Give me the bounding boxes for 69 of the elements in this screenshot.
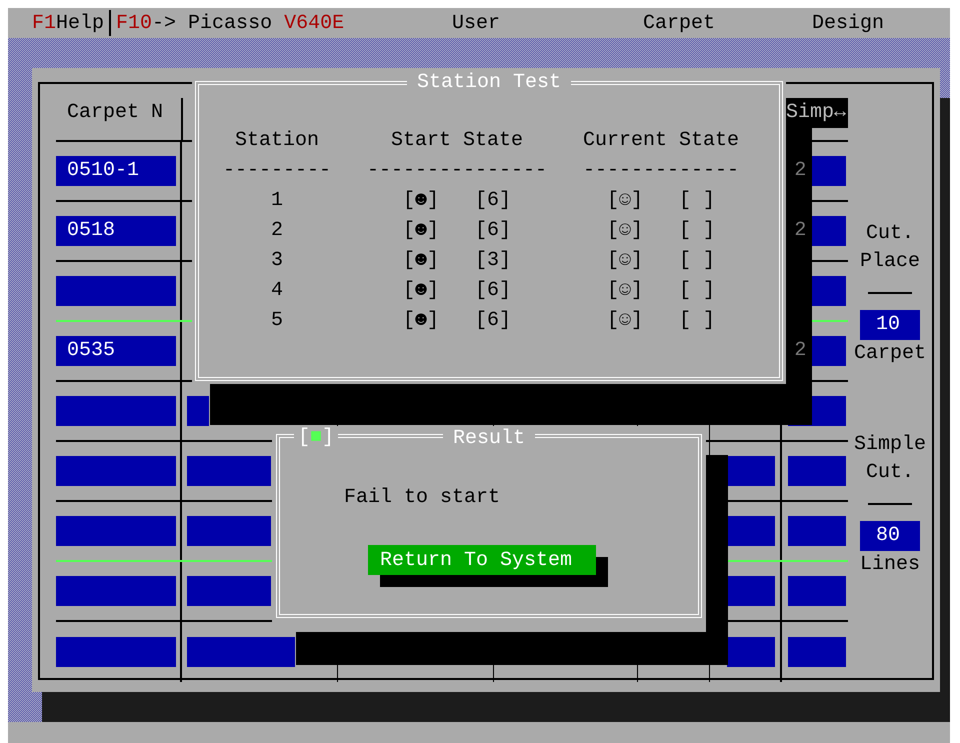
input-field[interactable] (187, 637, 296, 667)
carpet-number-field[interactable] (56, 637, 176, 667)
start-count: [3] (475, 248, 512, 274)
input-field[interactable] (726, 516, 775, 546)
menu-item[interactable]: Design (812, 12, 884, 34)
current-mark: [☺] (606, 188, 643, 214)
input-field[interactable] (788, 516, 846, 546)
start-count: [6] (475, 188, 512, 214)
sidebar-label: Simple (854, 432, 926, 458)
current-mark: [☺] (606, 248, 643, 274)
dashed-rule: ------------- (582, 158, 740, 184)
sidebar-label: Cut. (866, 460, 914, 486)
station-number: 5 (270, 308, 283, 334)
sidebar-label: Cut. (866, 221, 914, 247)
station-number: 3 (270, 248, 283, 274)
sidebar-label: Place (860, 249, 920, 275)
start-count: [6] (475, 278, 512, 304)
sidebar-label: Lines (860, 552, 920, 578)
dashed-rule: --------------- (366, 158, 548, 184)
current-count: [ ] (679, 308, 716, 334)
input-field[interactable] (788, 576, 846, 606)
menu-item[interactable]: Carpet (643, 12, 812, 34)
dashed-rule: --------- (222, 158, 332, 184)
menu-item[interactable]: User (452, 12, 643, 34)
carpet-number-field[interactable] (56, 576, 176, 606)
start-mark: [☻] (402, 188, 439, 214)
current-mark: [☺] (606, 278, 643, 304)
start-count: [6] (475, 308, 512, 334)
input-field[interactable] (726, 576, 775, 606)
current-count: [ ] (679, 278, 716, 304)
input-field[interactable] (726, 637, 775, 667)
start-count: [6] (475, 218, 512, 244)
carpet-number-field[interactable]: 0535 (56, 336, 176, 366)
column-header: Current State (582, 128, 740, 154)
current-count: [ ] (679, 218, 716, 244)
column-header: Station (234, 128, 319, 154)
station-number: 4 (270, 278, 283, 304)
start-mark: [☻] (402, 278, 439, 304)
column-header: Carpet N (66, 100, 164, 126)
current-count: [ ] (679, 248, 716, 274)
carpet-number-field[interactable] (56, 396, 176, 426)
input-field[interactable] (187, 516, 272, 546)
input-field[interactable] (187, 396, 210, 426)
hotkey-item[interactable]: F10-> Picasso V640E (116, 12, 344, 34)
carpet-number-field[interactable] (56, 516, 176, 546)
input-field[interactable] (788, 456, 846, 486)
value-field[interactable]: 80 (860, 521, 920, 551)
current-mark: [☺] (606, 308, 643, 334)
carpet-number-field[interactable] (56, 276, 176, 306)
station-number: 2 (270, 218, 283, 244)
column-header: Start State (390, 128, 524, 154)
sidebar-label: Carpet (854, 341, 926, 367)
carpet-number-field[interactable]: 0510-1 (56, 156, 176, 186)
hotkey-item[interactable]: F1Help (32, 12, 104, 34)
column-header: Simp↔ (784, 98, 848, 128)
start-mark: [☻] (402, 308, 439, 334)
value-field[interactable]: 10 (860, 310, 920, 340)
input-field[interactable] (187, 576, 272, 606)
input-field[interactable] (726, 456, 775, 486)
message-text: Fail to start (344, 485, 502, 511)
carpet-number-field[interactable]: 0518 (56, 216, 176, 246)
current-count: [ ] (679, 188, 716, 214)
station-number: 1 (270, 188, 283, 214)
input-field[interactable] (788, 637, 846, 667)
start-mark: [☻] (402, 248, 439, 274)
start-mark: [☻] (402, 218, 439, 244)
current-mark: [☺] (606, 218, 643, 244)
carpet-number-field[interactable] (56, 456, 176, 486)
input-field[interactable] (187, 456, 272, 486)
